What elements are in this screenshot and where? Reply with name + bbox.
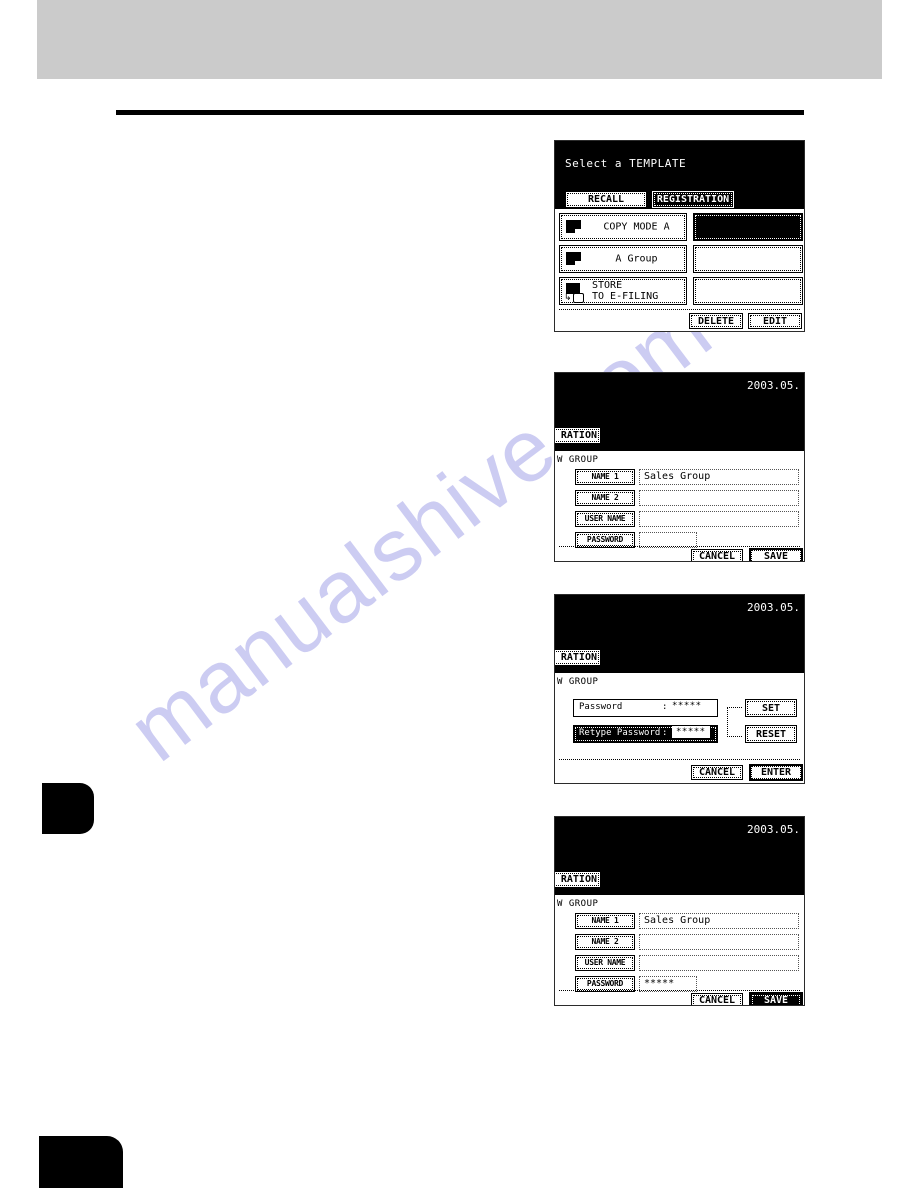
divider <box>559 759 800 760</box>
template-slot-1[interactable] <box>693 213 803 241</box>
enter-button[interactable]: ENTER <box>749 764 803 781</box>
password-value: ***** <box>672 701 702 711</box>
edit-button[interactable]: EDIT <box>748 313 802 329</box>
password-separator: : <box>662 702 668 712</box>
tab-registration[interactable]: RATION <box>555 427 601 444</box>
tab-recall[interactable]: RECALL <box>565 191 647 208</box>
cancel-button[interactable]: CANCEL <box>691 549 743 561</box>
connector-line <box>727 707 742 737</box>
template-label-1: COPY MODE A <box>603 221 670 233</box>
name2-label-button[interactable]: NAME 2 <box>575 490 635 506</box>
table-row: ↳ STORE TO E-FILING <box>559 277 803 305</box>
divider <box>559 309 800 310</box>
set-button[interactable]: SET <box>745 699 797 717</box>
document-efiling-icon: ↳ <box>564 283 584 303</box>
save-button[interactable]: SAVE <box>749 992 803 1005</box>
name2-field[interactable] <box>639 490 799 506</box>
lcd-panel-select-template: Select a TEMPLATE RECALL REGISTRATION CO… <box>554 140 805 332</box>
lcd-date: 2003.05. <box>747 379 800 392</box>
tab-registration[interactable]: RATION <box>555 649 601 666</box>
username-field[interactable] <box>639 511 799 527</box>
password-row[interactable]: Password : ***** <box>573 699 718 717</box>
retype-password-label: Retype Password <box>579 728 661 738</box>
name1-label-button[interactable]: NAME 1 <box>575 913 635 929</box>
template-button-3[interactable]: ↳ STORE TO E-FILING <box>559 277 687 305</box>
lcd-date: 2003.05. <box>747 823 800 836</box>
tab-registration[interactable]: REGISTRATION <box>652 191 734 208</box>
lcd-panel-new-group-saved: 2003.05. RATION W GROUP NAME 1 Sales Gro… <box>554 816 805 1006</box>
template-button-2[interactable]: A Group <box>559 245 687 273</box>
table-row: A Group <box>559 245 803 273</box>
username-label-button[interactable]: USER NAME <box>575 955 635 971</box>
page-header-rule <box>116 110 804 115</box>
table-row: COPY MODE A <box>559 213 803 241</box>
template-slot-3[interactable] <box>693 277 803 305</box>
template-label-2: A Group <box>615 253 658 265</box>
username-label-button[interactable]: USER NAME <box>575 511 635 527</box>
template-button-1[interactable]: COPY MODE A <box>559 213 687 241</box>
divider <box>559 546 800 547</box>
name2-label-button[interactable]: NAME 2 <box>575 934 635 950</box>
divider <box>559 990 800 991</box>
delete-button[interactable]: DELETE <box>689 313 743 329</box>
lcd-panel-new-group-name: 2003.05. RATION W GROUP NAME 1 Sales Gro… <box>554 372 805 562</box>
name1-field[interactable]: Sales Group <box>639 469 799 485</box>
document-icon <box>566 252 583 267</box>
name2-field[interactable] <box>639 934 799 950</box>
lcd-subtitle: W GROUP <box>557 455 599 465</box>
lcd-panel-new-group-password: 2003.05. RATION W GROUP Password : *****… <box>554 594 805 784</box>
cancel-button[interactable]: CANCEL <box>691 765 743 780</box>
retype-password-value: ***** <box>672 726 710 738</box>
page-header-band <box>37 0 882 79</box>
name1-field[interactable]: Sales Group <box>639 913 799 929</box>
retype-password-row[interactable]: Retype Password : ***** <box>573 725 718 743</box>
side-tab-marker-bottom <box>39 1136 123 1188</box>
reset-button[interactable]: RESET <box>745 725 797 743</box>
retype-password-separator: : <box>662 728 668 738</box>
lcd-date: 2003.05. <box>747 601 800 614</box>
lcd-subtitle: W GROUP <box>557 677 599 687</box>
side-tab-marker-middle <box>42 783 94 834</box>
lcd-title: Select a TEMPLATE <box>565 157 687 170</box>
save-button[interactable]: SAVE <box>749 548 803 561</box>
tab-registration[interactable]: RATION <box>555 871 601 888</box>
password-label: Password <box>579 702 623 712</box>
lcd-subtitle: W GROUP <box>557 899 599 909</box>
name1-label-button[interactable]: NAME 1 <box>575 469 635 485</box>
document-icon <box>566 220 583 235</box>
cancel-button[interactable]: CANCEL <box>691 993 743 1005</box>
username-field[interactable] <box>639 955 799 971</box>
template-slot-2[interactable] <box>693 245 803 273</box>
template-label-3: STORE TO E-FILING <box>592 280 659 302</box>
